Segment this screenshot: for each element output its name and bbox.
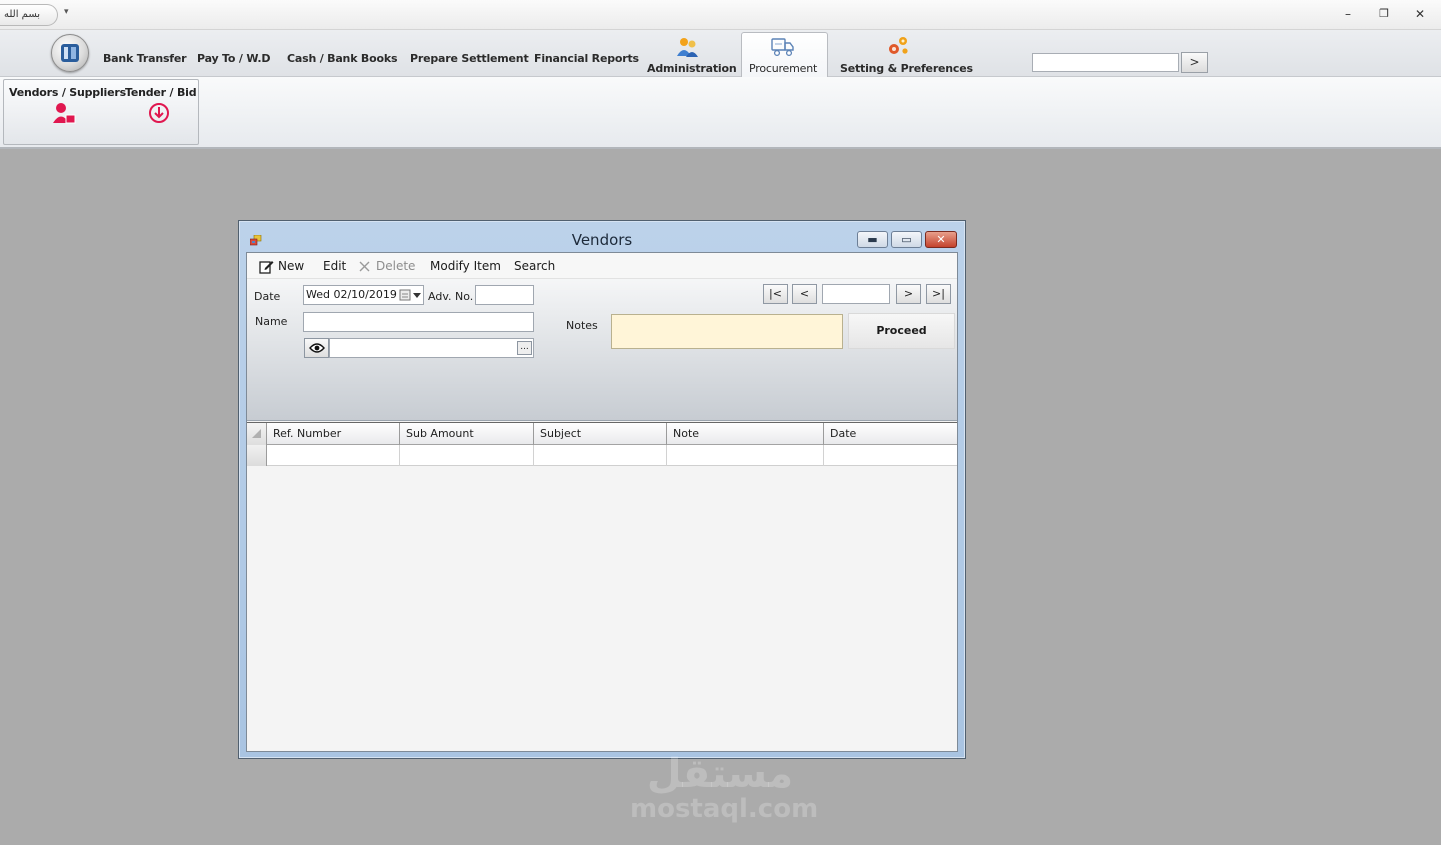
tab-financial-reports[interactable]: Financial Reports xyxy=(534,52,639,65)
corner-triangle-icon xyxy=(252,429,261,438)
tender-bid-button[interactable]: Tender / Bid xyxy=(125,86,197,99)
new-row-cell-ref-number[interactable] xyxy=(267,445,400,466)
tab-cash-bank-books[interactable]: Cash / Bank Books xyxy=(287,52,397,65)
app-logo-icon xyxy=(61,44,79,62)
column-header-subject[interactable]: Subject xyxy=(534,423,667,445)
ribbon-search-go-button[interactable]: > xyxy=(1181,52,1208,73)
quick-access-dropdown-icon[interactable]: ▾ xyxy=(64,7,69,17)
column-header-sub-amount[interactable]: Sub Amount xyxy=(400,423,534,445)
grid-new-row[interactable] xyxy=(247,445,957,466)
title-bar: بسم الله ▾ – ❐ ✕ xyxy=(0,0,1441,30)
vendor-user-icon[interactable] xyxy=(52,102,76,124)
download-circle-icon[interactable] xyxy=(148,102,170,124)
delete-x-icon xyxy=(359,261,370,272)
next-record-button[interactable]: > xyxy=(896,284,921,304)
gears-icon xyxy=(889,37,908,54)
truck-icon xyxy=(771,38,794,57)
browse-field[interactable]: ... xyxy=(329,338,534,358)
vendors-window[interactable]: Vendors ▬ ▭ ✕ New Edit Delete Modify Ite… xyxy=(238,220,966,759)
new-row-cell-sub-amount[interactable] xyxy=(400,445,534,466)
tab-prepare-settlement[interactable]: Prepare Settlement xyxy=(410,52,529,65)
adv-no-input[interactable] xyxy=(475,285,534,305)
new-document-icon[interactable] xyxy=(259,259,274,274)
child-close-button[interactable]: ✕ xyxy=(925,231,957,248)
new-row-header[interactable] xyxy=(247,445,267,466)
new-button[interactable]: New xyxy=(278,253,304,279)
record-position-input[interactable] xyxy=(822,284,890,304)
tab-bank-transfer[interactable]: Bank Transfer xyxy=(103,52,187,65)
name-input[interactable] xyxy=(303,312,534,332)
tab-procurement[interactable]: Procurement xyxy=(749,62,817,75)
date-value: Wed 02/10/2019 xyxy=(306,288,397,301)
column-header-note[interactable]: Note xyxy=(667,423,824,445)
tab-administration[interactable]: Administration xyxy=(647,62,737,75)
tab-procurement-active[interactable]: Procurement xyxy=(741,32,828,78)
child-maximize-button[interactable]: ▭ xyxy=(891,231,922,248)
procurement-ribbon-group: Vendors / Suppliers Tender / Bid xyxy=(3,79,199,145)
edit-button[interactable]: Edit xyxy=(323,253,346,279)
close-button[interactable]: ✕ xyxy=(1409,5,1431,23)
new-row-cell-subject[interactable] xyxy=(534,445,667,466)
users-icon xyxy=(677,38,698,57)
column-header-ref-number[interactable]: Ref. Number xyxy=(267,423,400,445)
ribbon-panel: Vendors / Suppliers Tender / Bid xyxy=(0,77,1441,149)
child-minimize-button[interactable]: ▬ xyxy=(857,231,888,248)
delete-button[interactable]: Delete xyxy=(376,253,415,279)
tab-setting-preferences[interactable]: Setting & Preferences xyxy=(840,62,973,75)
date-label: Date xyxy=(254,290,281,303)
eye-icon xyxy=(309,343,325,353)
vendor-form: Date Wed 02/10/2019 Adv. No. Name ... No… xyxy=(247,279,957,421)
watermark-arabic: مستقل xyxy=(646,751,794,797)
first-record-button[interactable]: |< xyxy=(763,284,788,304)
restore-button[interactable]: ❐ xyxy=(1373,5,1395,23)
browse-ellipsis-button[interactable]: ... xyxy=(517,341,532,355)
vendors-toolbar: New Edit Delete Modify Item Search xyxy=(247,253,957,279)
watermark: مستقل mostaql.com xyxy=(630,751,819,824)
application-menu-button[interactable] xyxy=(51,34,89,72)
quick-access-label[interactable]: بسم الله xyxy=(0,4,58,26)
vendors-suppliers-button[interactable]: Vendors / Suppliers xyxy=(9,86,126,99)
ribbon-tab-bar: Bank Transfer Pay To / W.D Cash / Bank B… xyxy=(0,30,1441,78)
tab-pay-to-wd[interactable]: Pay To / W.D xyxy=(197,52,270,65)
search-button[interactable]: Search xyxy=(514,253,555,279)
notes-input[interactable] xyxy=(611,314,843,349)
watermark-latin: mostaql.com xyxy=(630,794,819,824)
vendor-items-grid[interactable]: Ref. Number Sub Amount Subject Note Date xyxy=(247,422,957,751)
adv-no-label: Adv. No. xyxy=(428,290,474,303)
grid-header: Ref. Number Sub Amount Subject Note Date xyxy=(247,423,957,445)
proceed-button[interactable]: Proceed xyxy=(848,313,955,349)
vendors-client-area: New Edit Delete Modify Item Search Date … xyxy=(246,252,958,752)
ribbon-search-input[interactable] xyxy=(1032,53,1179,72)
name-label: Name xyxy=(255,315,288,328)
new-row-cell-date[interactable] xyxy=(824,445,957,466)
minimize-button[interactable]: – xyxy=(1337,5,1359,23)
grid-select-all-corner[interactable] xyxy=(247,423,267,445)
column-header-date[interactable]: Date xyxy=(824,423,957,445)
modify-item-button[interactable]: Modify Item xyxy=(430,253,501,279)
last-record-button[interactable]: >| xyxy=(926,284,951,304)
date-picker[interactable]: Wed 02/10/2019 xyxy=(303,285,424,305)
notes-label: Notes xyxy=(566,319,598,332)
previous-record-button[interactable]: < xyxy=(792,284,817,304)
calendar-dropdown-icon[interactable] xyxy=(399,288,421,302)
view-button[interactable] xyxy=(304,338,329,358)
new-row-cell-note[interactable] xyxy=(667,445,824,466)
